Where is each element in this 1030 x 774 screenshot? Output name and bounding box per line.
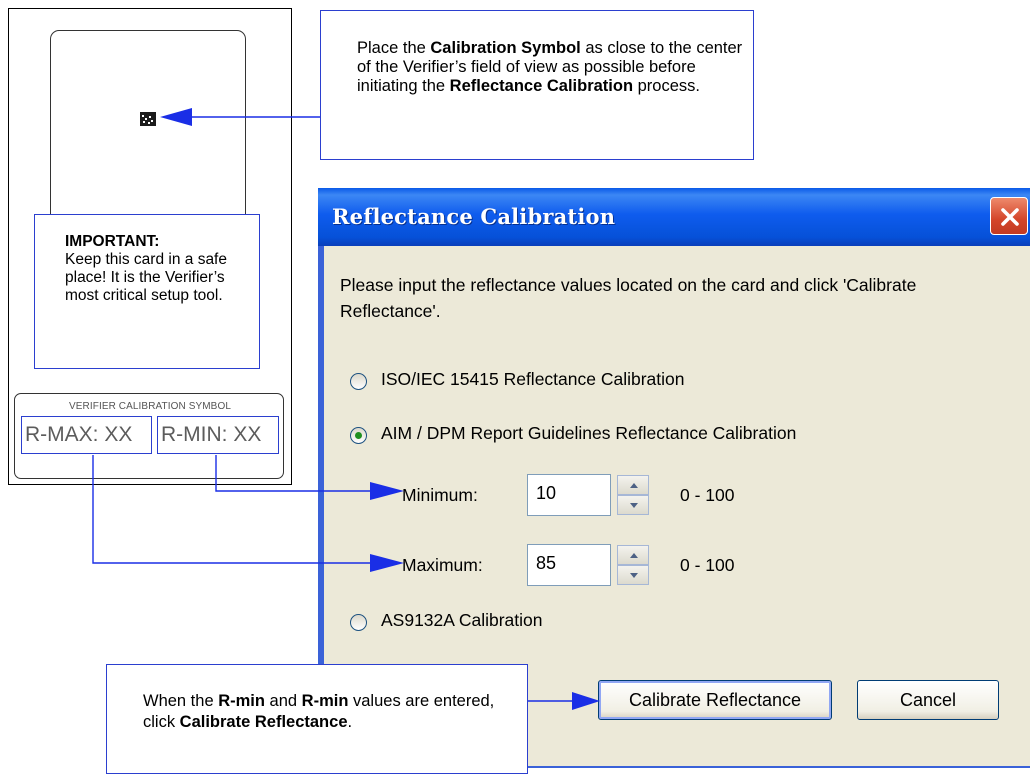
minimum-label: Minimum: [402, 485, 478, 505]
minimum-decrement-button[interactable] [617, 495, 649, 515]
callout-bold-text: Calibration Symbol [430, 39, 581, 57]
card-symbol-window [50, 30, 246, 230]
option-aim-dpm-label[interactable]: AIM / DPM Report Guidelines Reflectance … [381, 423, 796, 444]
rmax-value-box: R-MAX: XX [21, 416, 152, 454]
calibrate-instruction-callout: When the R-min and R-min values are ente… [106, 664, 528, 774]
dialog-title: Reflectance Calibration [332, 204, 616, 229]
cancel-button[interactable]: Cancel [857, 680, 999, 720]
callout-text: Place the [357, 39, 431, 57]
symbol-placement-callout: Place the Calibration Symbol as close to… [320, 10, 754, 160]
callout-bold-text: Reflectance Calibration [449, 77, 634, 95]
option-iso-15415-label[interactable]: ISO/IEC 15415 Reflectance Calibration [381, 369, 685, 390]
radio-as9132a[interactable] [350, 614, 367, 631]
important-body: Keep this card in a safe place! It is th… [65, 251, 227, 304]
callout-bold-text: R-min [301, 692, 349, 710]
radio-iso-15415[interactable] [350, 373, 367, 390]
maximum-input[interactable]: 85 [527, 544, 611, 586]
chevron-down-icon [630, 503, 638, 508]
calibrate-reflectance-button[interactable]: Calibrate Reflectance [598, 680, 832, 720]
minimum-input[interactable]: 10 [527, 474, 611, 516]
callout-text: process. [633, 77, 700, 95]
chevron-down-icon [630, 573, 638, 578]
calibration-symbol-icon [140, 112, 156, 126]
callout-bold-text: Calibrate Reflectance [179, 713, 348, 731]
maximum-range: 0 - 100 [680, 555, 735, 575]
minimum-increment-button[interactable] [617, 475, 649, 495]
minimum-range: 0 - 100 [680, 485, 735, 505]
dialog-instructions: Please input the reflectance values loca… [340, 275, 917, 321]
chevron-up-icon [630, 483, 638, 488]
close-icon [1001, 208, 1019, 226]
callout-text: and [264, 692, 302, 710]
option-as9132a-label[interactable]: AS9132A Calibration [381, 610, 543, 631]
maximum-increment-button[interactable] [617, 545, 649, 565]
important-callout: IMPORTANT: Keep this card in a safe plac… [34, 214, 260, 369]
callout-text: . [347, 713, 353, 731]
maximum-decrement-button[interactable] [617, 565, 649, 585]
close-button[interactable] [990, 197, 1028, 235]
radio-selected-dot [355, 432, 362, 439]
rmin-value-box: R-MIN: XX [157, 416, 279, 454]
radio-aim-dpm[interactable] [350, 427, 367, 444]
maximum-spinner[interactable] [617, 545, 649, 585]
minimum-spinner[interactable] [617, 475, 649, 515]
card-label-title: VERIFIER CALIBRATION SYMBOL [69, 401, 231, 412]
callout-text: When the [143, 692, 219, 710]
chevron-up-icon [630, 553, 638, 558]
important-heading: IMPORTANT: [65, 233, 160, 250]
maximum-label: Maximum: [402, 555, 483, 575]
callout-bold-text: R-min [218, 692, 265, 710]
